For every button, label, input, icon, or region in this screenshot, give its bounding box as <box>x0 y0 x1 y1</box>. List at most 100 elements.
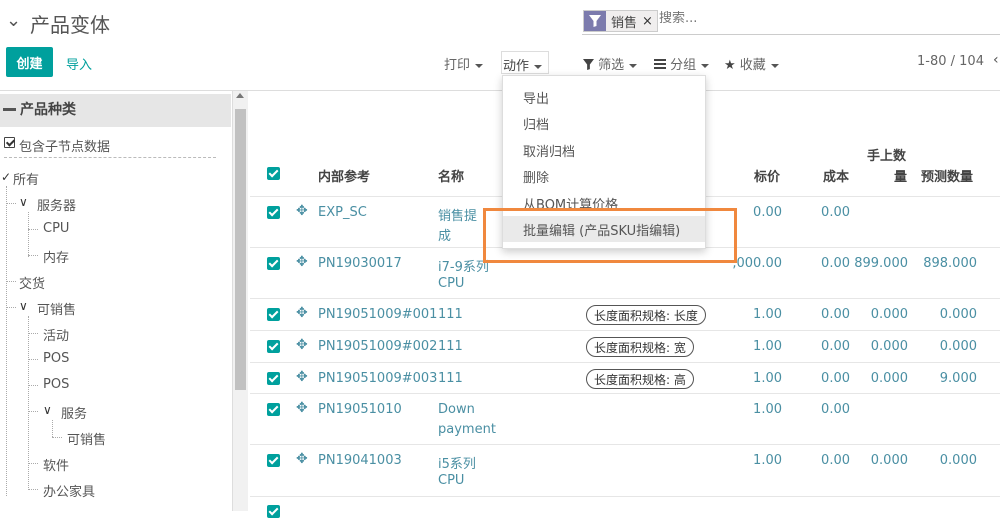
drag-handle-icon[interactable]: ✥ <box>296 400 308 416</box>
tree-item-software[interactable]: 软件 <box>43 455 69 474</box>
row-checkbox[interactable] <box>267 257 280 270</box>
favorites-button[interactable]: ★ 收藏 <box>724 54 779 73</box>
cell-name[interactable]: i7-9系列 <box>438 256 489 275</box>
cell-qty-on-hand[interactable]: 0.000 <box>850 371 908 386</box>
tree-expanded-icon[interactable]: ∨ <box>43 403 52 417</box>
cell-internal-ref[interactable]: EXP_SC <box>318 205 367 220</box>
column-header-qty-on-hand[interactable]: 手上数 <box>867 145 906 164</box>
tree-expanded-icon[interactable]: ∨ <box>19 299 28 313</box>
cell-qty-on-hand[interactable]: 0.000 <box>850 453 908 468</box>
drag-handle-icon[interactable]: ✥ <box>296 451 308 467</box>
cell-qty-on-hand[interactable]: 899.000 <box>850 256 908 271</box>
row-checkbox[interactable] <box>267 505 280 518</box>
cell-name[interactable]: CPU <box>438 276 464 291</box>
select-all-checkbox[interactable] <box>267 167 280 180</box>
drag-handle-icon[interactable]: ✥ <box>296 337 308 353</box>
column-header-qty-on-hand[interactable]: 量 <box>894 166 907 185</box>
include-children-checkbox[interactable] <box>4 137 15 148</box>
cell-list-price[interactable]: 1.00 <box>740 402 782 417</box>
action-button[interactable]: 动作 <box>501 51 550 74</box>
breadcrumb-toggle-icon[interactable]: ⌄ <box>6 10 21 31</box>
menu-item-unarchive[interactable]: 取消归档 <box>523 141 575 160</box>
scroll-up-icon[interactable] <box>236 93 244 98</box>
cell-cost[interactable]: 0.00 <box>810 339 850 354</box>
cell-internal-ref[interactable]: PN19030017 <box>318 256 402 271</box>
cell-internal-ref[interactable]: PN19051009#001 <box>318 307 437 322</box>
drag-handle-icon[interactable]: ✥ <box>296 203 308 219</box>
cell-internal-ref[interactable]: PN19041003 <box>318 453 402 468</box>
row-checkbox[interactable] <box>267 403 280 416</box>
drag-handle-icon[interactable]: ✥ <box>296 305 308 321</box>
row-checkbox[interactable] <box>267 340 280 353</box>
cell-cost[interactable]: 0.00 <box>810 371 850 386</box>
cell-internal-ref[interactable]: PN19051009#003 <box>318 371 437 386</box>
tree-item-all[interactable]: 所有 <box>13 169 39 188</box>
cell-cost[interactable]: 0.00 <box>810 256 850 271</box>
cell-cost[interactable]: 0.00 <box>810 205 850 220</box>
search-input[interactable] <box>659 11 989 26</box>
tree-item-service-saleable[interactable]: 可销售 <box>67 429 106 448</box>
cell-internal-ref[interactable]: PN19051009#002 <box>318 339 437 354</box>
cell-name[interactable]: i5系列 <box>438 453 476 472</box>
import-button[interactable]: 导入 <box>66 54 92 73</box>
row-checkbox[interactable] <box>267 454 280 467</box>
cell-forecast-qty[interactable]: 0.000 <box>916 339 977 354</box>
tree-item-office-furniture[interactable]: 办公家具 <box>43 481 95 500</box>
column-header-list-price[interactable]: 标价 <box>754 166 780 185</box>
tree-item-saleable[interactable]: 可销售 <box>37 299 76 318</box>
cell-qty-on-hand[interactable]: 0.000 <box>850 307 908 322</box>
cell-list-price[interactable]: 1.00 <box>740 339 782 354</box>
cell-name[interactable]: CPU <box>438 473 464 488</box>
tree-expanded-icon[interactable]: ✓ <box>1 170 11 184</box>
print-button[interactable]: 打印 <box>444 54 484 73</box>
cell-list-price[interactable]: 0.00 <box>740 205 782 220</box>
cell-forecast-qty[interactable]: 9.000 <box>916 371 977 386</box>
cell-forecast-qty[interactable]: 898.000 <box>916 256 977 271</box>
facet-remove-icon[interactable]: × <box>642 11 657 31</box>
scrollbar-thumb[interactable] <box>235 109 246 390</box>
cell-name[interactable]: 111 <box>438 307 463 322</box>
column-header-cost[interactable]: 成本 <box>823 166 849 185</box>
cell-qty-on-hand[interactable]: 0.000 <box>850 339 908 354</box>
create-button[interactable]: 创建 <box>6 47 53 77</box>
cell-forecast-qty[interactable]: 0.000 <box>916 453 977 468</box>
row-checkbox[interactable] <box>267 206 280 219</box>
tree-item-pos[interactable]: POS <box>43 351 69 366</box>
tree-item-delivery[interactable]: 交货 <box>19 273 45 292</box>
cell-name[interactable]: 111 <box>438 339 463 354</box>
cell-list-price[interactable]: 1.00 <box>740 453 782 468</box>
cell-name[interactable]: 销售提 <box>438 205 477 224</box>
cell-internal-ref[interactable]: PN19051010 <box>318 402 402 417</box>
pager-value[interactable]: 1-80 / 104 <box>917 54 984 69</box>
tree-item-activity[interactable]: 活动 <box>43 325 69 344</box>
cell-cost[interactable]: 0.00 <box>810 402 850 417</box>
tree-expanded-icon[interactable]: ∨ <box>19 195 28 209</box>
drag-handle-icon[interactable]: ✥ <box>296 369 308 385</box>
column-header-forecast-qty[interactable]: 预测数量 <box>921 166 973 185</box>
tree-item-pos[interactable]: POS <box>43 377 69 392</box>
cell-cost[interactable]: 0.00 <box>810 307 850 322</box>
cell-name[interactable]: 111 <box>438 371 463 386</box>
cell-cost[interactable]: 0.00 <box>810 453 850 468</box>
filter-button[interactable]: 筛选 <box>583 54 638 74</box>
tree-item-cpu[interactable]: CPU <box>43 221 69 236</box>
cell-list-price[interactable]: 1.00 <box>740 371 782 386</box>
row-checkbox[interactable] <box>267 308 280 321</box>
menu-item-delete[interactable]: 删除 <box>523 167 549 186</box>
column-header-name[interactable]: 名称 <box>438 166 464 185</box>
cell-name[interactable]: payment <box>438 422 496 437</box>
menu-item-export[interactable]: 导出 <box>523 88 549 107</box>
cell-name[interactable]: 成 <box>438 225 451 244</box>
drag-handle-icon[interactable]: ✥ <box>296 254 308 270</box>
row-checkbox[interactable] <box>267 372 280 385</box>
cell-forecast-qty[interactable]: 0.000 <box>916 307 977 322</box>
tree-item-memory[interactable]: 内存 <box>43 247 69 266</box>
column-header-internal-ref[interactable]: 内部参考 <box>318 166 370 185</box>
tree-item-server[interactable]: 服务器 <box>37 195 76 214</box>
cell-name[interactable]: Down <box>438 402 475 417</box>
cell-list-price[interactable]: 1.00 <box>740 307 782 322</box>
group-by-button[interactable]: 分组 <box>654 54 710 73</box>
pager-previous-icon[interactable]: ‹ <box>993 52 999 68</box>
menu-item-archive[interactable]: 归档 <box>523 114 549 133</box>
tree-item-service[interactable]: 服务 <box>61 403 87 422</box>
